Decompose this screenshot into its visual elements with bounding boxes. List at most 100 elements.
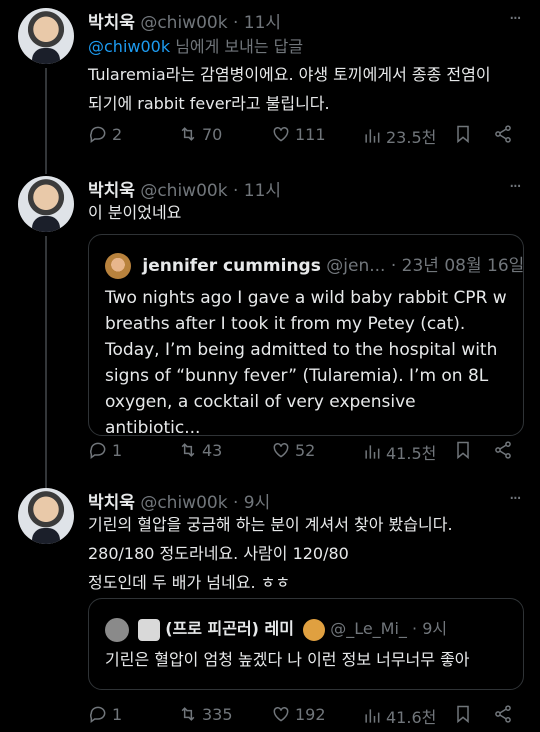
tweet-text-line: 이 분이었네요 — [88, 203, 182, 222]
bookmark-icon — [457, 125, 469, 144]
analytics-icon — [365, 445, 380, 459]
reply-button[interactable]: 1 — [88, 704, 122, 724]
reply-count: 2 — [112, 124, 123, 144]
reply-button[interactable]: 1 — [88, 440, 122, 460]
quoted-tweet[interactable]: jennifer cummings @jen... · 23년 08월 16일 … — [88, 234, 524, 438]
bookmark-button[interactable] — [453, 440, 473, 460]
quoted-text-line: Today, I’m being admitted to the hospita… — [105, 340, 498, 360]
avatar[interactable] — [18, 488, 74, 544]
like-button[interactable]: 111 — [271, 124, 326, 144]
share-icon — [495, 705, 511, 723]
quoted-tweet-header: (프로 피곤러) 레미 @_Le_Mi_ · 9시 — [105, 615, 447, 642]
share-icon — [495, 441, 511, 459]
quoted-tweet-text: Two nights ago I gave a wild baby rabbit… — [105, 285, 509, 441]
quoted-text-line: oxygen, a cocktail of very expensive ant… — [105, 392, 416, 438]
retweet-icon — [181, 443, 195, 457]
dog-face-icon — [303, 618, 326, 641]
bookmark-button[interactable] — [453, 124, 473, 144]
tweet-text-line: 기린의 혈압을 궁금해 하는 분이 계셔서 찾아 봤습니다. — [88, 515, 453, 534]
views-button[interactable]: 23.5천 — [362, 124, 436, 148]
separator-dot: · — [390, 256, 397, 276]
avatar[interactable] — [105, 253, 131, 279]
heart-icon — [273, 442, 289, 458]
quoted-user-handle: @_Le_Mi_ — [330, 619, 407, 638]
view-count: 41.5천 — [386, 444, 437, 463]
tweet-text-line: 되기에 rabbit fever라고 불립니다. — [88, 94, 330, 113]
tweet-text: 기린의 혈압을 궁금해 하는 분이 계셔서 찾아 봤습니다. 280/180 정… — [88, 510, 518, 597]
quoted-display-name: jennifer cummings — [142, 256, 321, 276]
action-bar: 1 335 192 41.6천 — [88, 704, 518, 730]
share-button[interactable] — [493, 704, 513, 724]
more-options-icon[interactable]: ··· — [509, 488, 522, 509]
heart-icon — [273, 706, 289, 722]
tweet-text: Tularemia라는 감염병이에요. 야생 토끼에게서 종종 전염이 되기에 … — [88, 60, 518, 118]
tweet-text: 이 분이었네요 — [88, 198, 518, 227]
action-bar: 1 43 52 41.5천 — [88, 440, 518, 466]
like-button[interactable]: 192 — [271, 704, 326, 724]
retweet-button[interactable]: 43 — [178, 440, 222, 460]
retweet-button[interactable]: 335 — [178, 704, 233, 724]
retweet-button[interactable]: 70 — [178, 124, 222, 144]
reply-icon — [90, 442, 106, 459]
reply-icon — [90, 706, 106, 723]
reply-icon — [90, 126, 106, 143]
reply-context: @chiw00k 님에게 보내는 답글 — [88, 32, 518, 61]
analytics-icon — [365, 709, 380, 723]
heart-icon — [273, 126, 289, 142]
quoted-tweet[interactable]: (프로 피곤러) 레미 @_Le_Mi_ · 9시 기린은 혈압이 엄청 높겠다… — [88, 598, 524, 690]
share-icon — [495, 125, 511, 143]
quoted-user-handle: @jen... — [326, 256, 386, 276]
avatar[interactable] — [18, 176, 74, 232]
like-button[interactable]: 52 — [271, 440, 315, 460]
reply-button[interactable]: 2 — [88, 124, 122, 144]
more-options-icon[interactable]: ··· — [509, 8, 522, 29]
retweet-count: 43 — [202, 440, 223, 460]
quoted-tweet-header: jennifer cummings @jen... · 23년 08월 16일 — [105, 251, 524, 279]
reply-count: 1 — [112, 440, 123, 460]
thread-line — [45, 236, 47, 488]
tweet-text-line: Tularemia라는 감염병이에요. 야생 토끼에게서 종종 전염이 — [88, 65, 491, 84]
avatar[interactable] — [105, 617, 129, 642]
like-count: 111 — [295, 124, 326, 144]
like-count: 52 — [295, 440, 316, 460]
separator-dot: · — [412, 619, 418, 638]
quoted-tweet-text: 기린은 혈압이 엄청 높겠다 나 이런 정보 너무너무 좋아 — [105, 647, 509, 673]
tweet-text-line: 정도인데 두 배가 넘네요. ㅎㅎ — [88, 573, 291, 592]
bookmark-button[interactable] — [453, 704, 473, 724]
more-options-icon[interactable]: ··· — [509, 176, 522, 197]
display-name[interactable]: 박치욱 — [88, 13, 135, 33]
quoted-timestamp: 9시 — [422, 619, 448, 638]
retweet-count: 70 — [202, 124, 223, 144]
view-count: 41.6천 — [386, 708, 437, 727]
like-count: 192 — [295, 704, 326, 724]
quoted-timestamp: 23년 08월 16일 — [401, 256, 525, 276]
retweet-count: 335 — [202, 704, 233, 724]
reply-count: 1 — [112, 704, 123, 724]
analytics-icon — [365, 129, 380, 143]
action-bar: 2 70 111 23.5천 — [88, 124, 518, 150]
views-button[interactable]: 41.5천 — [362, 440, 436, 464]
quoted-text-line: 기린은 혈압이 엄청 높겠다 나 이런 정보 너무너무 좋아 — [105, 650, 470, 669]
retweet-icon — [181, 127, 195, 141]
bookmark-icon — [457, 705, 469, 724]
reply-context-label: 님에게 보내는 답글 — [175, 37, 304, 56]
quoted-text-line: breaths after I took it from my Petey (c… — [105, 314, 466, 334]
quoted-text-line: signs of “bunny fever” (Tularemia). I’m … — [105, 366, 489, 386]
separator-dot: · — [232, 13, 239, 33]
dice-icon — [138, 618, 161, 641]
quoted-display-name: (프로 피곤러) 레미 — [165, 619, 294, 638]
bookmark-icon — [457, 441, 469, 460]
timestamp[interactable]: 11시 — [244, 13, 281, 33]
retweet-icon — [181, 707, 195, 721]
mention-link[interactable]: @chiw00k — [88, 37, 170, 56]
user-handle[interactable]: @chiw00k — [140, 13, 227, 33]
share-button[interactable] — [493, 440, 513, 460]
avatar[interactable] — [18, 8, 74, 64]
thread-line — [45, 68, 47, 174]
tweet-header: 박치욱 @chiw00k · 11시 — [88, 8, 281, 33]
tweet-text-line: 280/180 정도라네요. 사람이 120/80 — [88, 544, 349, 563]
view-count: 23.5천 — [386, 128, 437, 147]
views-button[interactable]: 41.6천 — [362, 704, 436, 728]
quoted-text-line: Two nights ago I gave a wild baby rabbit… — [105, 288, 507, 308]
share-button[interactable] — [493, 124, 513, 144]
